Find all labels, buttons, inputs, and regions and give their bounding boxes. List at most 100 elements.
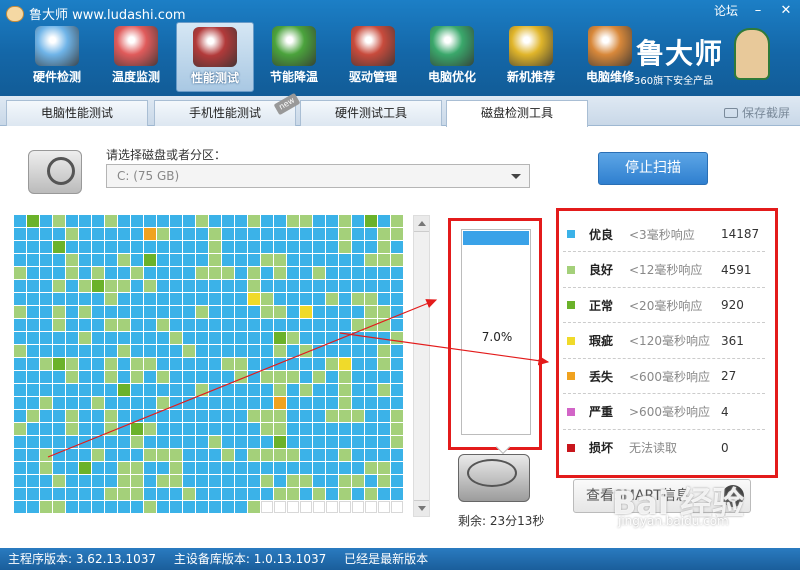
sector-cell <box>352 228 364 240</box>
sector-cell <box>118 241 130 253</box>
sector-cell <box>339 267 351 279</box>
sector-cell <box>40 384 52 396</box>
sector-cell <box>27 488 39 500</box>
sector-cell <box>79 410 91 422</box>
sector-cell <box>79 384 91 396</box>
scroll-down-icon[interactable] <box>414 500 429 516</box>
sector-cell <box>183 241 195 253</box>
sector-cell <box>248 449 260 461</box>
sector-cell <box>235 501 247 513</box>
sector-cell <box>352 358 364 370</box>
sector-cell <box>209 280 221 292</box>
sector-cell <box>365 254 377 266</box>
legend-row: 正常 <20毫秒响应 920 <box>563 288 765 323</box>
legend-count: 0 <box>721 440 729 455</box>
sector-cell <box>222 332 234 344</box>
legend-row: 丢失 <600毫秒响应 27 <box>563 359 765 394</box>
sector-cell <box>131 436 143 448</box>
sector-cell <box>261 319 273 331</box>
legend-count: 920 <box>721 298 744 312</box>
sector-cell <box>79 501 91 513</box>
nav-item-1[interactable]: 温度监测 <box>97 22 175 92</box>
close-icon[interactable]: ✕ <box>778 3 794 18</box>
minimize-icon[interactable]: – <box>750 3 766 18</box>
sector-cell <box>66 358 78 370</box>
sector-cell <box>144 241 156 253</box>
sector-cell <box>261 462 273 474</box>
nav-item-5[interactable]: 电脑优化 <box>413 22 491 92</box>
sector-cell <box>53 436 65 448</box>
sector-cell <box>261 488 273 500</box>
sector-cell <box>157 475 169 487</box>
nav-item-2[interactable]: 性能测试 <box>176 22 254 92</box>
sector-cell <box>157 371 169 383</box>
sector-cell <box>248 371 260 383</box>
sector-cell <box>14 280 26 292</box>
sector-cell <box>365 436 377 448</box>
view-smart-button[interactable]: 查看SMART信息 <box>573 479 751 513</box>
sector-cell <box>391 319 403 331</box>
sector-cell <box>53 501 65 513</box>
sector-cell <box>53 293 65 305</box>
sector-cell <box>66 254 78 266</box>
sector-cell <box>274 228 286 240</box>
disk-select[interactable]: C: (75 GB) <box>106 164 530 188</box>
stop-scan-button[interactable]: 停止扫描 <box>598 152 708 185</box>
sector-cell <box>261 397 273 409</box>
sector-cell <box>248 306 260 318</box>
save-screenshot-button[interactable]: 保存截屏 <box>723 104 790 121</box>
sector-cell <box>157 215 169 227</box>
sector-cell <box>365 293 377 305</box>
sector-cell <box>248 228 260 240</box>
sector-cell <box>53 254 65 266</box>
tab-disk-check[interactable]: 磁盘检测工具 <box>446 100 588 127</box>
sector-cell <box>235 475 247 487</box>
sector-cell <box>326 397 338 409</box>
sector-cell <box>222 397 234 409</box>
sector-cell <box>274 345 286 357</box>
nav-item-6[interactable]: 新机推荐 <box>492 22 570 92</box>
sector-cell <box>352 436 364 448</box>
sector-cell <box>248 410 260 422</box>
sector-cell <box>300 358 312 370</box>
nav-item-3[interactable]: 节能降温 <box>255 22 333 92</box>
sector-cell <box>105 410 117 422</box>
legend-row: 瑕疵 <120毫秒响应 361 <box>563 324 765 359</box>
sector-cell <box>118 410 130 422</box>
sector-cell <box>170 280 182 292</box>
monitor-magnifier-icon <box>35 26 79 66</box>
sector-cell <box>53 410 65 422</box>
sector-cell <box>222 449 234 461</box>
sector-cell <box>53 371 65 383</box>
sector-cell <box>170 475 182 487</box>
scroll-up-icon[interactable] <box>414 216 429 232</box>
disk-search-icon <box>28 150 82 194</box>
sector-cell <box>313 371 325 383</box>
sector-cell <box>170 254 182 266</box>
sector-cell <box>339 215 351 227</box>
sector-cell <box>196 436 208 448</box>
brand-subtitle: 360旗下安全产品 <box>634 76 714 87</box>
tab-pc-performance[interactable]: 电脑性能测试 <box>6 100 148 126</box>
tab-hardware-tools[interactable]: 硬件测试工具 <box>300 100 442 126</box>
sector-cell <box>248 475 260 487</box>
tab-phone-performance[interactable]: 手机性能测试 new <box>154 92 301 126</box>
sector-cell <box>105 319 117 331</box>
sector-cell <box>391 293 403 305</box>
nav-item-4[interactable]: 驱动管理 <box>334 22 412 92</box>
sector-cell <box>326 501 338 513</box>
sector-cell <box>300 436 312 448</box>
sector-cell <box>287 475 299 487</box>
sector-cell <box>105 293 117 305</box>
house-icon <box>588 26 632 66</box>
sector-cell <box>274 501 286 513</box>
sector-cell <box>339 280 351 292</box>
nav-item-0[interactable]: 硬件检测 <box>18 22 96 92</box>
forum-link[interactable]: 论坛 <box>714 2 738 19</box>
db-version: 主设备库版本: 1.0.13.1037 <box>173 552 327 566</box>
sector-cell <box>287 319 299 331</box>
sector-cell <box>105 267 117 279</box>
grid-scrollbar[interactable] <box>413 215 430 517</box>
sector-cell <box>209 358 221 370</box>
sector-cell <box>27 423 39 435</box>
